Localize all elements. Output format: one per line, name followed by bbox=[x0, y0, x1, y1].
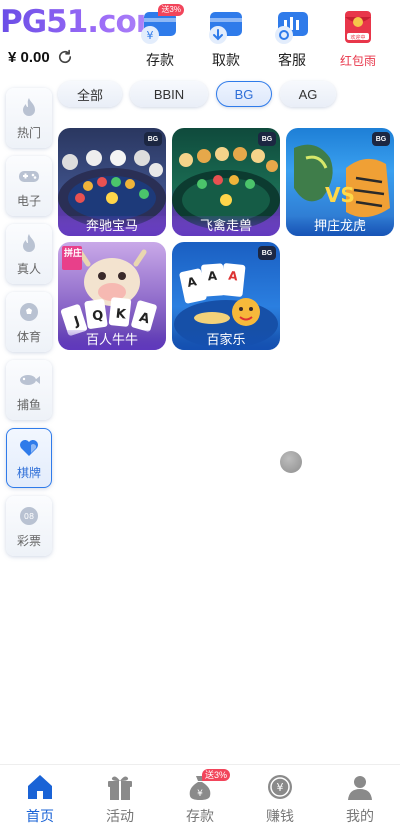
red-packet-icon bbox=[345, 11, 371, 43]
nav-home[interactable]: 首页 bbox=[0, 765, 80, 832]
nav-label: 存款 bbox=[186, 808, 214, 824]
nav-label: 我的 bbox=[346, 808, 374, 824]
nav-earn[interactable]: ¥ 赚钱 bbox=[240, 765, 320, 832]
nav-deposit[interactable]: ¥ 送3% 存款 bbox=[160, 765, 240, 832]
game-title: 百家乐 bbox=[172, 330, 280, 350]
game-card-baccarat[interactable]: A A A BG 百家乐 bbox=[172, 242, 280, 350]
provider-badge: BG bbox=[258, 246, 276, 260]
sidebar-item-fishing[interactable]: 捕鱼 bbox=[6, 360, 52, 420]
coin-icon: ¥ bbox=[268, 775, 292, 799]
balance-display: ¥ 0.00 bbox=[8, 48, 74, 66]
category-sidebar: 热门 电子 真人 体育 捕鱼 棋牌 08 彩票 bbox=[6, 88, 52, 564]
flame-icon bbox=[23, 97, 35, 116]
svg-text:A: A bbox=[207, 269, 218, 284]
floating-assistive-button[interactable] bbox=[280, 451, 302, 473]
game-title: 飞禽走兽 bbox=[172, 216, 280, 236]
sidebar-item-label: 电子 bbox=[16, 193, 41, 208]
sidebar-item-lottery[interactable]: 08 彩票 bbox=[6, 496, 52, 556]
game-tag: 拼庄 bbox=[64, 248, 83, 258]
sidebar-item-label: 捕鱼 bbox=[16, 397, 41, 412]
nav-profile[interactable]: 我的 bbox=[320, 765, 400, 832]
soccer-ball-icon bbox=[20, 302, 38, 321]
provider-badge: BG bbox=[258, 132, 276, 146]
deposit-bonus-badge: 送3% bbox=[158, 4, 184, 16]
bottom-navigation: 首页 活动 ¥ 送3% 存款 ¥ 赚钱 我的 bbox=[0, 764, 400, 832]
provider-tabs: 全部 BBIN BG AG bbox=[58, 81, 336, 107]
flame-icon bbox=[23, 233, 35, 252]
customer-service-icon bbox=[275, 12, 308, 44]
sidebar-item-label: 真人 bbox=[16, 261, 41, 276]
sidebar-item-sports[interactable]: 体育 bbox=[6, 292, 52, 352]
gift-icon bbox=[108, 776, 132, 800]
nav-label: 赚钱 bbox=[266, 808, 294, 824]
tab-bg[interactable]: BG bbox=[216, 81, 272, 107]
deposit-label: 存款 bbox=[146, 52, 174, 68]
nav-label: 活动 bbox=[106, 808, 134, 824]
sidebar-item-label: 热门 bbox=[16, 125, 41, 140]
withdraw-label: 取款 bbox=[212, 52, 240, 68]
nav-activity[interactable]: 活动 bbox=[80, 765, 160, 832]
deposit-bonus-badge: 送3% bbox=[201, 769, 230, 781]
red-packet-icon-text: 欢迎中 bbox=[350, 35, 366, 41]
home-icon bbox=[28, 775, 52, 799]
fish-icon bbox=[20, 374, 40, 385]
wallet-withdraw-icon bbox=[209, 12, 242, 44]
sidebar-item-hot[interactable]: 热门 bbox=[6, 88, 52, 148]
tab-all[interactable]: 全部 bbox=[58, 81, 122, 107]
nav-label: 首页 bbox=[26, 808, 54, 824]
customer-service-label: 客服 bbox=[278, 52, 306, 68]
red-packet-rain-button[interactable]: 欢迎中 红包雨 bbox=[330, 8, 386, 69]
sidebar-item-chess-cards[interactable]: 棋牌 bbox=[6, 428, 52, 488]
sidebar-item-label: 体育 bbox=[16, 329, 41, 344]
svg-text:¥: ¥ bbox=[277, 781, 284, 794]
refresh-icon[interactable] bbox=[56, 48, 74, 66]
heart-cards-icon bbox=[20, 439, 38, 456]
svg-text:¥: ¥ bbox=[147, 29, 154, 42]
balance-amount: ¥ 0.00 bbox=[8, 48, 50, 66]
sidebar-item-electronic[interactable]: 电子 bbox=[6, 156, 52, 216]
deposit-button[interactable]: ¥ 送3% 存款 bbox=[132, 4, 188, 70]
game-card-benz-bmw[interactable]: BG 奔驰宝马 bbox=[58, 128, 166, 236]
svg-text:¥: ¥ bbox=[197, 789, 203, 799]
sidebar-item-label: 棋牌 bbox=[16, 465, 41, 480]
sidebar-item-live[interactable]: 真人 bbox=[6, 224, 52, 284]
provider-badge: BG bbox=[372, 132, 390, 146]
customer-service-button[interactable]: 客服 bbox=[264, 8, 320, 70]
lottery-ball-number: 08 bbox=[24, 512, 34, 521]
withdraw-button[interactable]: 取款 bbox=[198, 8, 254, 70]
lottery-ball-icon: 08 bbox=[20, 506, 38, 525]
tab-ag[interactable]: AG bbox=[280, 81, 336, 107]
game-card-dragon-tiger[interactable]: VS BG 押庄龙虎 bbox=[286, 128, 394, 236]
game-title: 押庄龙虎 bbox=[286, 216, 394, 236]
svg-text:VS: VS bbox=[325, 183, 355, 207]
game-title: 百人牛牛 bbox=[58, 330, 166, 350]
sidebar-item-label: 彩票 bbox=[16, 533, 41, 548]
provider-badge: BG bbox=[144, 132, 162, 146]
header: PG51.com ¥ 0.00 ¥ 送3% 存款 取款 客服 欢迎中 红包雨 bbox=[0, 0, 400, 76]
game-title: 奔驰宝马 bbox=[58, 216, 166, 236]
tab-bbin[interactable]: BBIN bbox=[130, 81, 208, 107]
game-card-birds-beasts[interactable]: BG 飞禽走兽 bbox=[172, 128, 280, 236]
red-packet-label: 红包雨 bbox=[339, 54, 376, 68]
user-icon bbox=[348, 776, 372, 800]
svg-text:Q: Q bbox=[91, 308, 104, 324]
gamepad-icon bbox=[19, 170, 39, 182]
game-card-bull-bull[interactable]: J Q K A 拼庄 百人牛牛 bbox=[58, 242, 166, 350]
